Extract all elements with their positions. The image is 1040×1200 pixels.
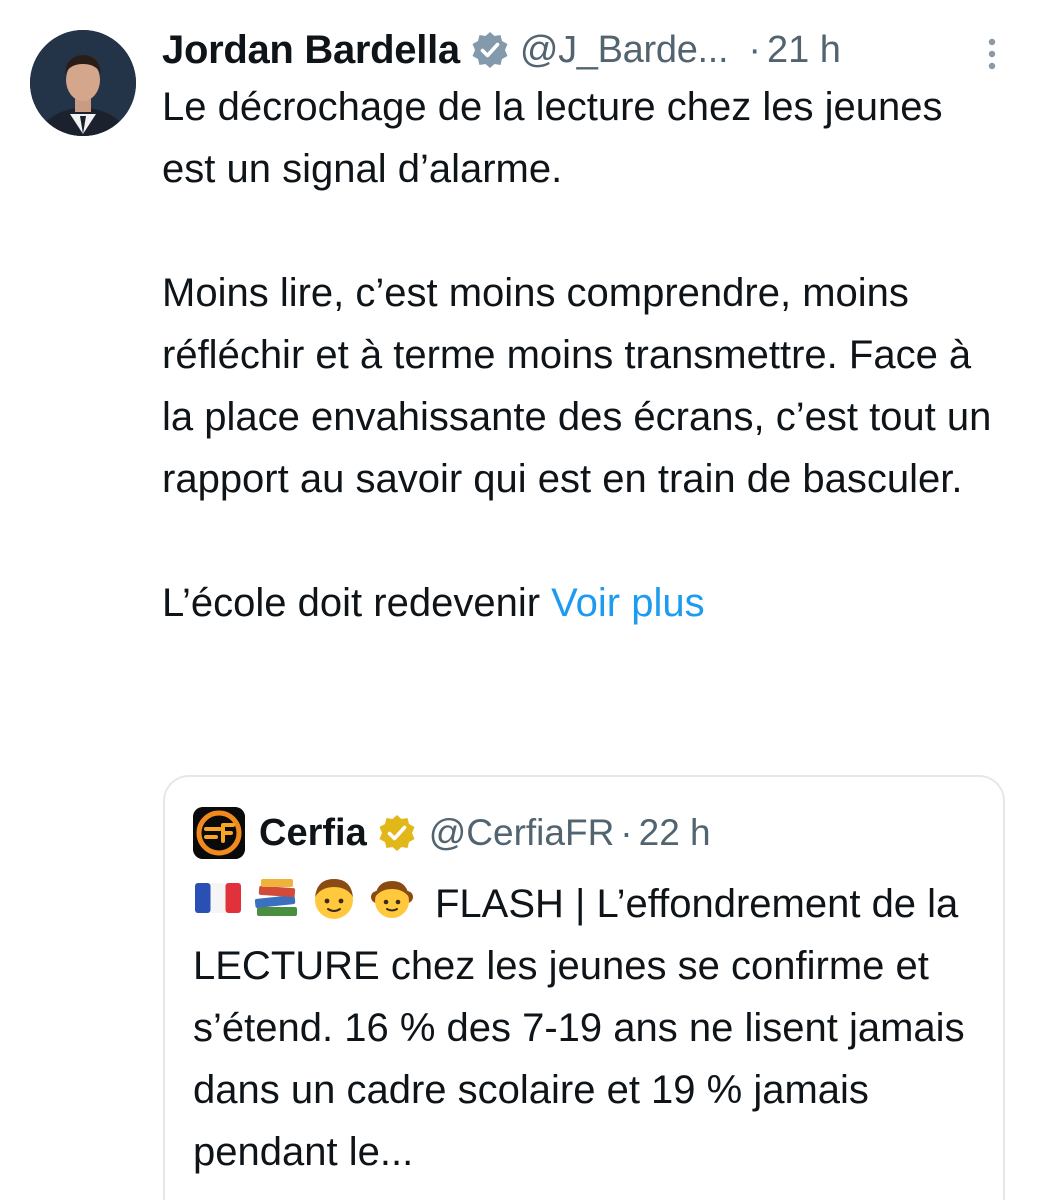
france-flag-icon <box>195 883 241 913</box>
quote-body: FLASH | L’effondrement de la LECTURE che… <box>193 873 983 1183</box>
tweet-paragraph: Le décrochage de la lecture chez les jeu… <box>162 85 943 191</box>
avatar-photo <box>30 30 136 136</box>
author-handle[interactable]: @J_Barde... <box>520 29 729 72</box>
tweet-timestamp[interactable]: 21 h <box>767 29 841 72</box>
boy-icon <box>315 879 353 919</box>
quote-timestamp[interactable]: 22 h <box>639 812 711 854</box>
voir-plus-link[interactable]: Voir plus <box>551 581 704 625</box>
author-avatar[interactable] <box>30 30 136 136</box>
books-icon <box>254 879 297 916</box>
quote-separator-dot: · <box>620 812 633 853</box>
tweet-paragraph: Moins lire, c’est moins comprendre, moin… <box>162 271 992 501</box>
quote-author-name[interactable]: Cerfia <box>259 812 367 855</box>
author-name[interactable]: Jordan Bardella <box>162 28 460 73</box>
tweet-paragraph-text: L’école doit redevenir <box>162 581 541 625</box>
tweet-header: Jordan Bardella @J_Barde... · 21 h <box>162 22 1010 78</box>
tweet-body: Le décrochage de la lecture chez les jeu… <box>162 76 1022 634</box>
cerfia-logo-icon[interactable] <box>193 807 245 859</box>
quote-text: FLASH | L’effondrement de la LECTURE che… <box>193 882 965 1174</box>
quote-author-handle[interactable]: @CerfiaFR <box>429 812 615 854</box>
quote-header: Cerfia @CerfiaFR · 22 h <box>193 805 711 861</box>
quoted-tweet[interactable]: Cerfia @CerfiaFR · 22 h FLASH | L’effond… <box>163 775 1005 1200</box>
emoji-group <box>193 873 425 923</box>
separator-dot: · <box>748 28 761 71</box>
gold-verified-badge-icon <box>379 815 415 851</box>
vertical-ellipsis-icon[interactable] <box>974 32 1010 76</box>
verified-badge-icon <box>472 32 508 68</box>
tweet[interactable]: Jordan Bardella @J_Barde... · 21 h Le dé… <box>0 0 1040 1200</box>
girl-icon <box>371 881 413 918</box>
tweet-paragraph-last: L’école doit redevenir Voir plus <box>162 572 1022 634</box>
